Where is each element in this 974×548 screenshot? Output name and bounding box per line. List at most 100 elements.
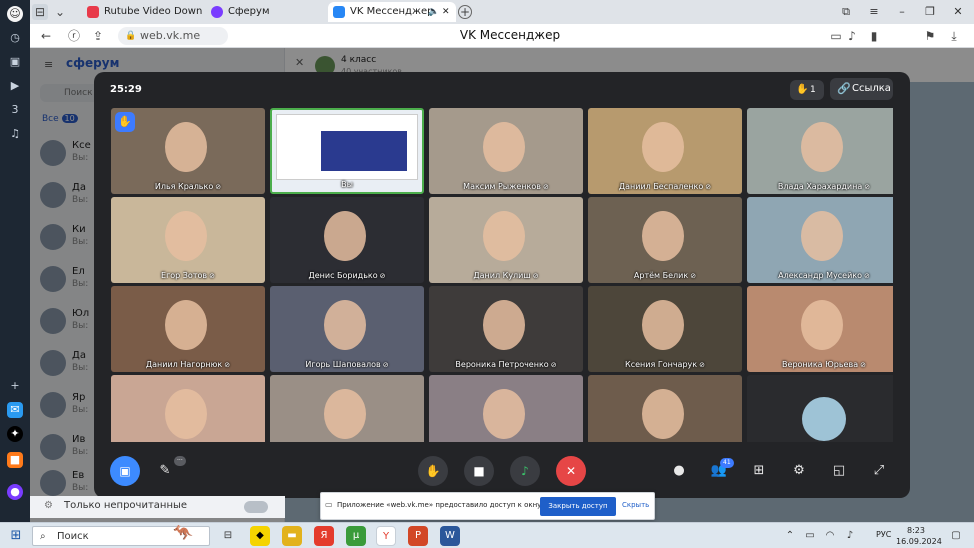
participant-face [165,211,207,261]
notifications-icon[interactable]: ▢ [946,526,966,546]
wifi-icon[interactable]: ◠ [820,526,840,546]
extensions-icon[interactable]: ⚑ [922,28,938,44]
powerpoint-icon[interactable]: P [408,526,428,546]
mic-indicator-icon[interactable]: ♪ [844,28,860,44]
participant-tile[interactable]: Егор Зотов ⊘ [111,197,265,283]
participant-tile[interactable]: Денис Боридько ⊘ [270,197,424,283]
hide-notification-link[interactable]: Скрыть [622,501,649,509]
app-icon[interactable]: ◆ [250,526,270,546]
muted-mic-icon: ⊘ [542,183,549,191]
link-button[interactable]: 🔗 Ссылка [830,78,893,100]
new-tab-button[interactable]: + [458,5,472,19]
explorer-icon[interactable]: ▬ [282,526,302,546]
url-field[interactable]: 🔒 web.vk.me [118,27,228,45]
tab-vk-messenger[interactable]: VK Мессенджер 🔈 ✕ [328,2,456,22]
participant-tile[interactable]: Вероника Петроченко ⊘ [429,286,583,372]
participant-tile[interactable]: Даниил Нагорнюк ⊘ [111,286,265,372]
search-icon: ⌕ [40,531,46,542]
speaker-icon[interactable]: 🔈 [428,2,439,22]
participant-tile[interactable] [270,375,424,442]
market-icon[interactable]: ■ [7,452,23,468]
close-window-button[interactable]: ✕ [948,4,968,20]
protect-icon[interactable]: ⓡ [66,28,82,44]
music-icon[interactable]: ♫ [7,126,23,142]
bookmark-icon[interactable]: ▮ [866,28,882,44]
participant-tile[interactable]: Вероника Юрьева ⊘ [747,286,893,372]
history-icon[interactable]: ◷ [7,30,23,46]
video-icon[interactable]: ▶ [7,78,23,94]
language-indicator[interactable]: РУС [876,530,891,539]
collections-icon[interactable]: ▣ [7,54,23,70]
network-icon[interactable]: ▭ [800,526,820,546]
participant-tile[interactable]: Артём Белик ⊘ [588,197,742,283]
camera-indicator-icon[interactable]: ▭ [828,28,844,44]
clock[interactable]: 8:23 16.09.2024 [896,525,942,547]
participant-face [642,122,684,172]
participant-tile[interactable]: ✋ Илья Кралько ⊘ [111,108,265,194]
raised-hands-button[interactable]: ✋ 1 [790,80,824,100]
participant-tile[interactable] [747,375,893,442]
address-bar: ← ⓡ ⇪ 🔒 web.vk.me VK Мессенджер ▭ ♪ ▮ ⚑ … [30,24,974,48]
participant-tile[interactable] [429,375,583,442]
taskbar-search[interactable]: ⌕ Поиск 🦘 [32,523,210,546]
yandex-browser-icon[interactable]: Y [376,526,396,546]
share-icon[interactable]: ⇪ [90,28,106,44]
settings-icon[interactable]: ⚙ [44,500,53,511]
microphone-button[interactable]: ♪ [510,456,540,486]
participant-tile[interactable]: Ксения Гончарук ⊘ [588,286,742,372]
participant-tile[interactable] [588,375,742,442]
participant-tile[interactable]: Александр Мусейко ⊘ [747,197,893,283]
tray-chevron-icon[interactable]: ⌃ [780,526,800,546]
volume-icon[interactable]: ♪ [840,526,860,546]
layout-icon[interactable]: ⊞ [748,460,770,482]
ai-icon[interactable]: ✦ [7,426,23,442]
yandex-icon[interactable]: Я [314,526,334,546]
restore-button[interactable]: ❐ [920,4,940,20]
stop-sharing-button[interactable]: Закрыть доступ [540,497,616,516]
add-icon[interactable]: + [7,378,23,394]
tabs-icon[interactable]: ⧉ [836,4,856,20]
muted-mic-icon: ⊘ [690,272,697,280]
participant-name: Даниил Нагорнюк ⊘ [145,360,231,369]
participant-tile[interactable]: Максим Рыженков ⊘ [429,108,583,194]
participant-tile[interactable]: Влада Харахардина ⊘ [747,108,893,194]
screen-share-notification: ▭ Приложение «web.vk.me» предоставило до… [320,492,655,520]
settings-icon[interactable]: ⚙ [788,460,810,482]
minimize-call-icon[interactable]: ◱ [828,460,850,482]
minimize-button[interactable]: – [892,4,912,20]
unread-toggle[interactable] [244,501,268,513]
tab-rutube[interactable]: Rutube Video Downloader [82,2,202,22]
participant-tile[interactable]: Данил Кулиш ⊘ [429,197,583,283]
muted-mic-icon: ⊘ [215,183,222,191]
close-tab-icon[interactable]: ✕ [442,2,450,22]
chat-icon[interactable]: ● [668,460,690,482]
tab-sferum[interactable]: Сферум [206,2,326,22]
end-call-button[interactable]: ✕ [556,456,586,486]
tab-menu-icon[interactable]: ⊟ [32,4,48,20]
word-icon[interactable]: W [440,526,460,546]
task-view-icon[interactable]: ⊟ [218,526,238,546]
page-title: VK Мессенджер [459,28,561,42]
participant-tile[interactable] [111,375,265,442]
menu-icon[interactable]: ≡ [864,4,884,20]
effects-icon[interactable]: ✎ [154,460,176,482]
raise-hand-button[interactable]: ✋ [418,456,448,486]
messenger-icon[interactable]: ✉ [7,402,23,418]
back-icon[interactable]: ← [38,28,54,44]
camera-button[interactable]: ■ [464,456,494,486]
counter-icon[interactable]: 3 [7,102,23,118]
participant-tile[interactable]: Даниил Беспаленко ⊘ [588,108,742,194]
fullscreen-icon[interactable]: ⤢ [868,460,890,482]
alice-icon[interactable]: ● [7,484,23,500]
windows-start-icon[interactable]: ⊞ [6,526,26,546]
participant-name: Влада Харахардина ⊘ [777,182,871,191]
participant-face [801,300,843,350]
chevron-down-icon[interactable]: ⌄ [52,4,68,20]
self-video-tile[interactable]: Вы [270,108,424,194]
participant-tile[interactable]: Игорь Шаповалов ⊘ [270,286,424,372]
participant-name: Илья Кралько ⊘ [154,182,222,191]
download-icon[interactable]: ⤓ [946,28,962,44]
profile-icon[interactable]: ☺ [7,6,23,22]
screen-share-button[interactable]: ▣ [110,456,140,486]
torrent-icon[interactable]: µ [346,526,366,546]
